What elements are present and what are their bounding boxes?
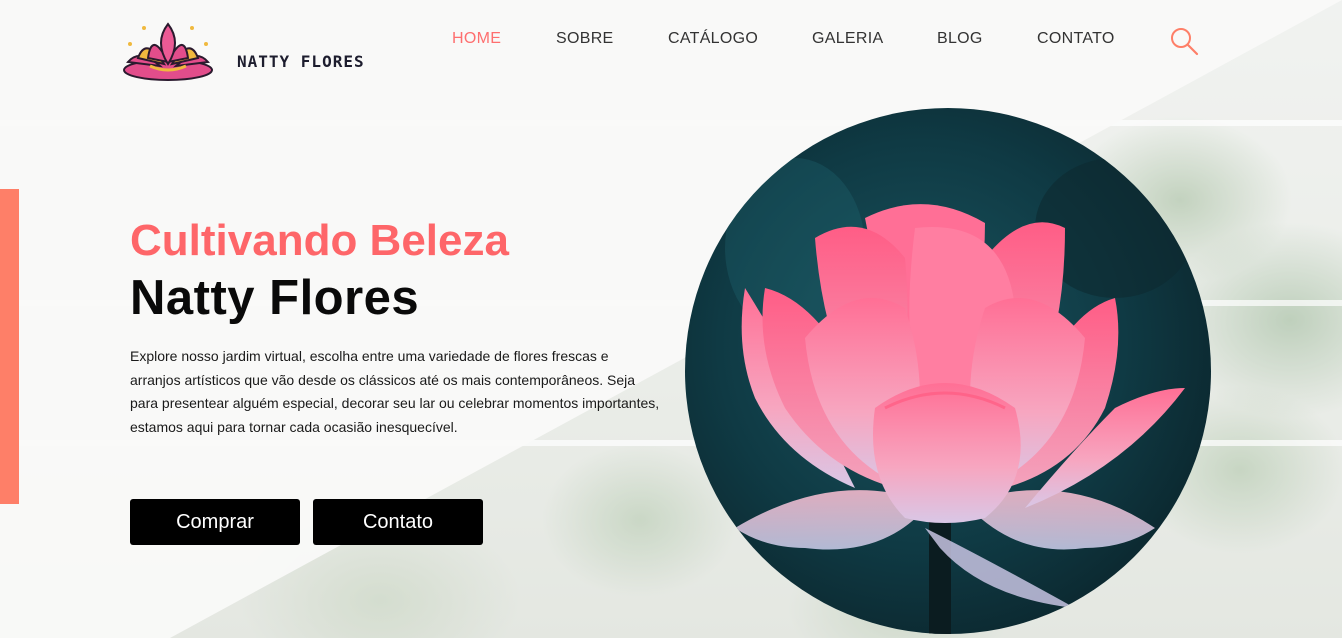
buy-button[interactable]: Comprar [130,499,300,545]
lotus-logo-icon[interactable] [120,18,216,84]
hero-description: Explore nosso jardim virtual, escolha en… [130,348,660,435]
nav-item-blog[interactable]: BLOG [937,30,983,48]
nav-item-contato[interactable]: CONTATO [1037,30,1115,48]
lotus-flower-image [685,108,1211,634]
contact-button[interactable]: Contato [313,499,483,545]
nav-item-catalogo[interactable]: CATÁLOGO [668,30,758,48]
nav-item-home[interactable]: HOME [452,30,501,48]
accent-side-bar [0,189,19,504]
nav-item-sobre[interactable]: SOBRE [556,30,614,48]
brand-name: NATTY FLORES [237,52,365,71]
nav-item-galeria[interactable]: GALERIA [812,30,883,48]
hero-subtitle: Cultivando Beleza [130,216,509,265]
search-icon[interactable] [1169,26,1199,56]
site-header: NATTY FLORES HOME SOBRE CATÁLOGO GALERIA… [0,0,1342,82]
hero-title: Natty Flores [130,271,420,325]
